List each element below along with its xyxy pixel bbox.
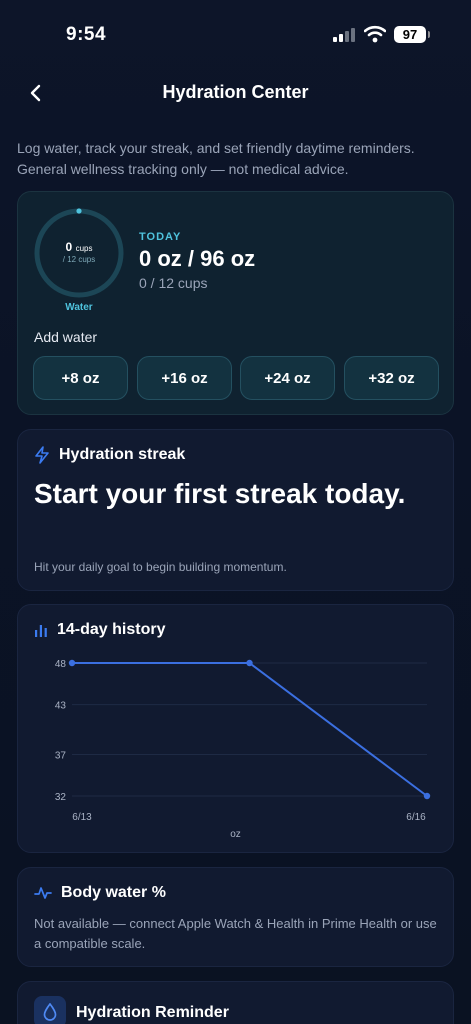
data-point <box>246 659 253 667</box>
streak-card: Hydration streak Start your first streak… <box>17 429 454 591</box>
today-card: 0 cups / 12 cups Water TODAY 0 oz / 96 o… <box>17 191 454 415</box>
body-water-card: Body water % Not available — connect App… <box>17 867 454 967</box>
add-24oz-button[interactable]: +24 oz <box>240 356 335 400</box>
today-amount: 0 oz / 96 oz <box>139 246 256 271</box>
history-chart: 48 43 37 32 6/13 6/16 oz <box>55 659 431 840</box>
reminder-card[interactable]: Hydration Reminder <box>17 981 454 1024</box>
add-16oz-button[interactable]: +16 oz <box>137 356 232 400</box>
reminder-title: Hydration Reminder <box>76 1004 229 1021</box>
status-time: 9:54 <box>66 24 107 45</box>
streak-headline: Start your first streak today. <box>34 478 406 509</box>
add-32oz-button[interactable]: +32 oz <box>344 356 439 400</box>
y-tick-label: 43 <box>55 701 67 712</box>
x-tick-label: 6/13 <box>72 812 92 823</box>
pulse-icon <box>34 887 52 899</box>
y-tick-label: 32 <box>55 792 67 803</box>
page-title: Hydration Center <box>162 82 309 102</box>
battery-indicator: 97 <box>394 26 430 43</box>
body-water-title: Body water % <box>61 884 166 901</box>
ring-subtitle: / 12 cups <box>62 255 96 264</box>
intro-text: Log water, track your streak, and set fr… <box>17 140 415 177</box>
history-card: 14-day history 48 43 37 32 6/13 6/16 oz <box>17 604 454 853</box>
cellular-signal-icon <box>333 28 357 42</box>
ring-value: 0 cups <box>65 240 93 254</box>
streak-subtitle: Hit your daily goal to begin building mo… <box>34 560 287 574</box>
today-tag: TODAY <box>139 231 182 243</box>
series-line <box>72 662 428 797</box>
ring-label: Water <box>65 302 93 313</box>
data-point <box>423 792 431 800</box>
water-drop-icon <box>34 996 66 1024</box>
wifi-icon <box>363 25 387 43</box>
body-water-text: Not available — connect Apple Watch & He… <box>34 916 437 951</box>
y-tick-label: 37 <box>55 750 67 761</box>
y-tick-label: 48 <box>55 659 67 670</box>
water-progress-ring: 0 cups / 12 cups <box>34 208 124 298</box>
lightning-icon <box>35 446 49 464</box>
add-water-label: Add water <box>34 329 98 345</box>
streak-title: Hydration streak <box>59 446 186 463</box>
data-point <box>68 659 76 667</box>
add-8oz-button[interactable]: +8 oz <box>33 356 128 400</box>
x-axis-label: oz <box>230 829 241 840</box>
nav-bar: Hydration Center <box>0 70 471 116</box>
today-cups: 0 / 12 cups <box>139 275 208 291</box>
x-tick-label: 6/16 <box>406 812 426 823</box>
status-bar: 9:54 97 <box>0 0 471 60</box>
